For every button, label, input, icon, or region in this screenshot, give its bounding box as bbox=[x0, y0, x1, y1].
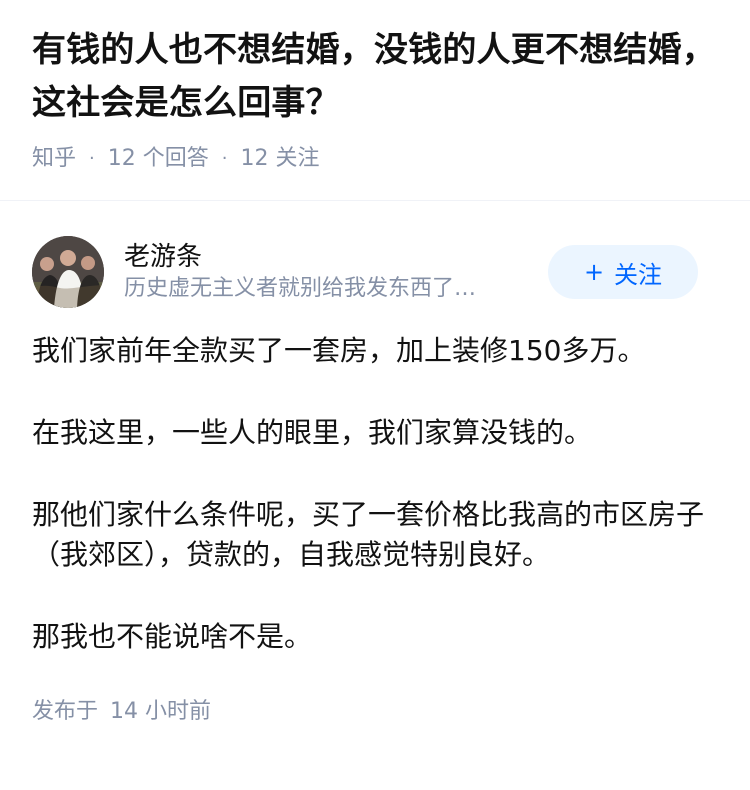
follow-count[interactable]: 12 关注 bbox=[240, 144, 319, 174]
author-bio: 历史虚无主义者就别给我发东西了… bbox=[124, 276, 477, 301]
author-name[interactable]: 老游条 bbox=[124, 240, 534, 274]
follow-button[interactable]: + 关注 bbox=[548, 245, 698, 299]
question-meta: 知乎 · 12 个回答 · 12 关注 bbox=[32, 144, 718, 174]
answer-paragraph: 那我也不能说啥不是。 bbox=[32, 620, 313, 653]
question-header: 有钱的人也不想结婚，没钱的人更不想结婚，这社会是怎么回事？ 知乎 · 12 个回… bbox=[0, 0, 750, 201]
author-info: 老游条 历史虚无主义者就别给我发东西了… bbox=[124, 240, 534, 304]
answer-count[interactable]: 12 个回答 bbox=[108, 144, 209, 174]
zhihu-answer-page: 有钱的人也不想结婚，没钱的人更不想结婚，这社会是怎么回事？ 知乎 · 12 个回… bbox=[0, 0, 750, 790]
answer-content: 我们家前年全款买了一套房，加上装修150多万。 在我这里，一些人的眼里，我们家算… bbox=[32, 331, 718, 657]
question-title[interactable]: 有钱的人也不想结婚，没钱的人更不想结婚，这社会是怎么回事？ bbox=[32, 24, 718, 130]
follow-button-label: 关注 bbox=[614, 260, 663, 289]
published-prefix: 发布于 bbox=[32, 699, 99, 724]
answer-paragraph: 我们家前年全款买了一套房，加上装修150多万。 bbox=[32, 334, 646, 367]
meta-separator: · bbox=[89, 148, 95, 169]
source-label[interactable]: 知乎 bbox=[32, 144, 76, 174]
published-time: 14 小时前 bbox=[110, 699, 212, 724]
answer-paragraph: 那他们家什么条件呢，买了一套价格比我高的市区房子（我郊区），贷款的，自我感觉特别… bbox=[32, 498, 705, 571]
plus-icon: + bbox=[583, 258, 605, 286]
meta-separator: · bbox=[221, 148, 228, 169]
avatar[interactable] bbox=[32, 236, 104, 308]
answer-card: 老游条 历史虚无主义者就别给我发东西了… + 关注 我们家前年全款买了一套房，加… bbox=[0, 201, 750, 727]
publish-info: 发布于 14 小时前 bbox=[32, 697, 718, 727]
author-row: 老游条 历史虚无主义者就别给我发东西了… + 关注 bbox=[32, 235, 718, 309]
answer-paragraph: 在我这里，一些人的眼里，我们家算没钱的。 bbox=[32, 416, 593, 449]
